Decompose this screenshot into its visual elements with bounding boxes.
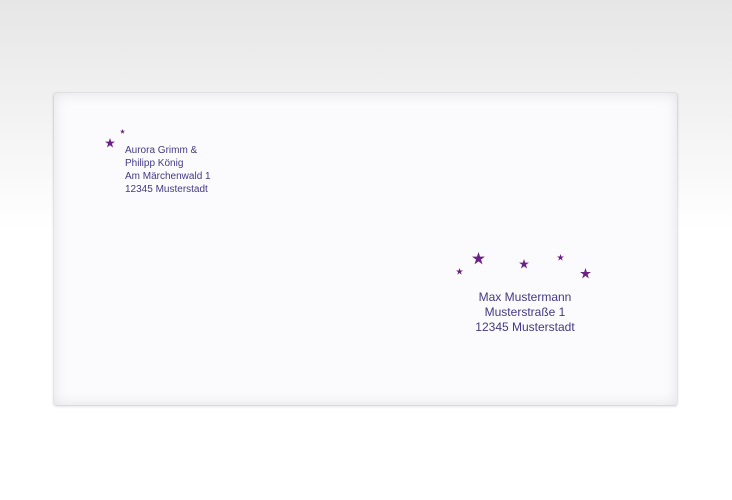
sender-line: 12345 Musterstadt: [125, 184, 208, 195]
recipient-line: 12345 Musterstadt: [475, 320, 575, 334]
star-icon: [557, 254, 564, 261]
star-icon: [105, 138, 115, 148]
star-icon: [120, 129, 125, 134]
sender-line: Philipp König: [125, 158, 184, 169]
envelope: Aurora Grimm & Philipp König Am Märchenw…: [54, 93, 677, 405]
recipient-line: Musterstraße 1: [484, 305, 566, 319]
star-icon: [519, 259, 529, 269]
star-icon: [472, 252, 485, 265]
recipient-address: Max Mustermann Musterstraße 1 12345 Must…: [425, 290, 625, 335]
star-icon: [580, 268, 591, 279]
sender-line: Aurora Grimm &: [125, 145, 198, 156]
sender-address: Aurora Grimm & Philipp König Am Märchenw…: [125, 144, 211, 196]
recipient-line: Max Mustermann: [478, 290, 572, 304]
star-icon: [456, 268, 463, 275]
sender-line: Am Märchenwald 1: [125, 171, 211, 182]
